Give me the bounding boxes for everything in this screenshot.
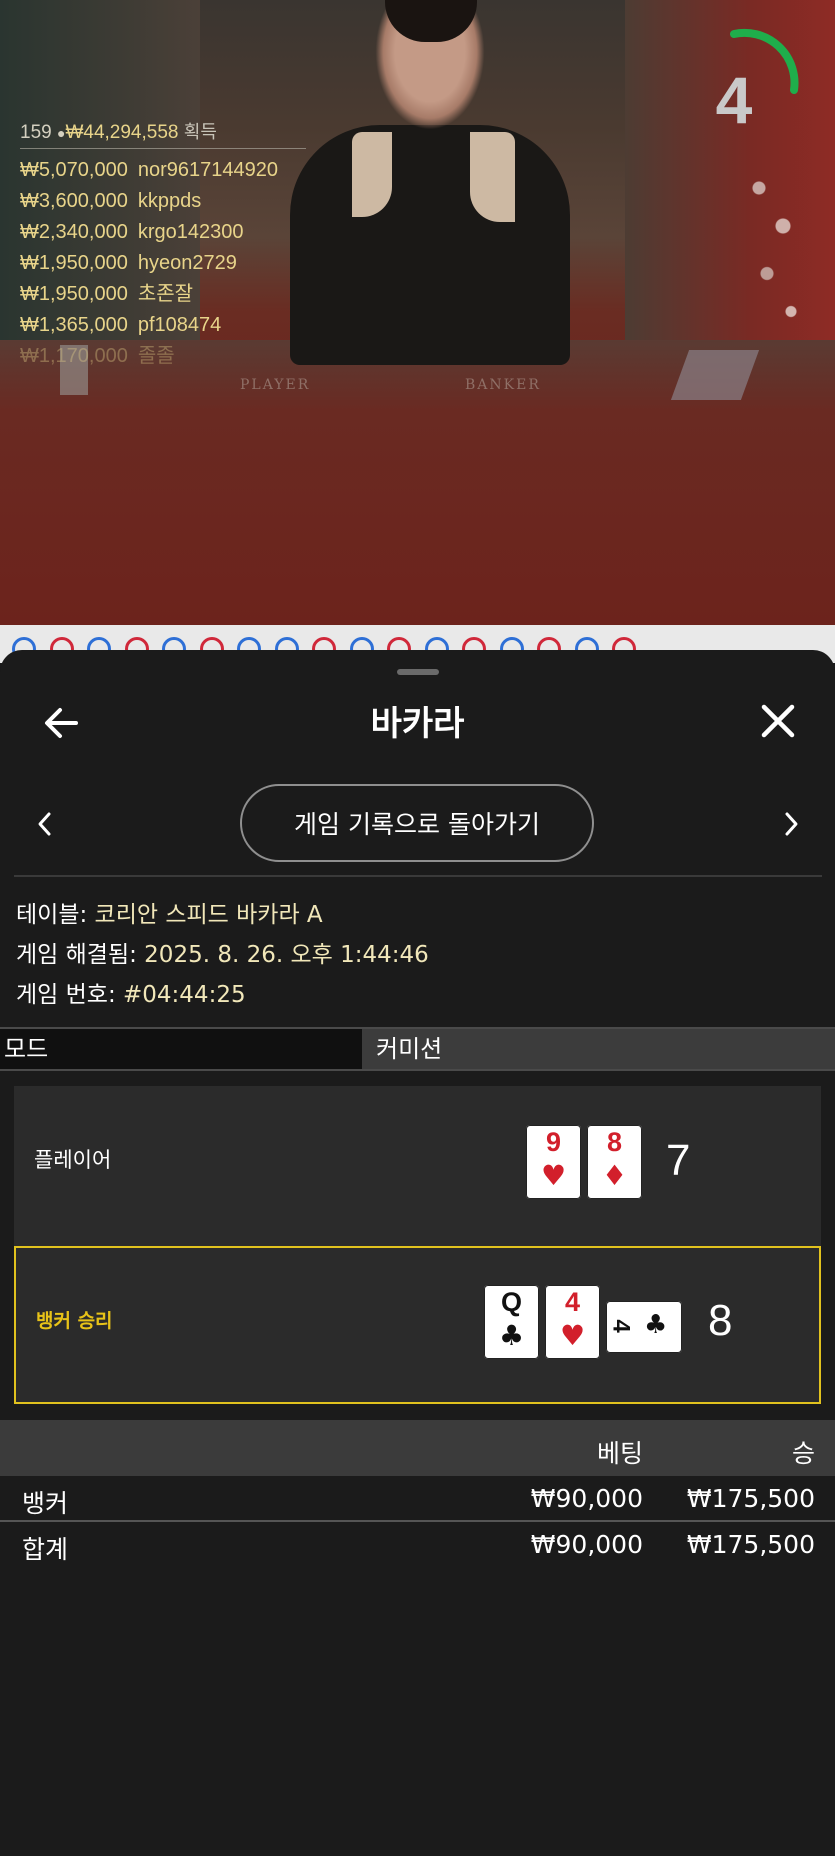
total-bet: ₩90,000 [530, 1530, 643, 1559]
winner-name: kkppds [137, 190, 202, 212]
close-icon[interactable] [755, 698, 801, 744]
banker-card-1: Q ♣ [484, 1285, 539, 1359]
card-rank: 4 [564, 1287, 581, 1317]
table-header: 베팅 승 [0, 1420, 835, 1476]
won-label: 획득 [183, 122, 217, 142]
game-number-info: 게임 번호: #04:44:25 [16, 975, 246, 1009]
player-card-1: 9 ♥ [526, 1125, 581, 1199]
winner-amount: ₩1,950,000 [20, 283, 128, 305]
table-total-row: 합계 ₩90,000 ₩175,500 [0, 1522, 835, 1566]
mode-tabs: 모드 커미션 [0, 1027, 835, 1071]
winner-row: ₩1,365,000 pf108474 [20, 310, 278, 341]
countdown-timer: 4 [715, 63, 753, 137]
winner-name: 초존잘 [137, 283, 194, 305]
chevron-left-icon[interactable] [30, 806, 60, 842]
winner-amount: ₩1,170,000 [20, 345, 128, 367]
total-win: ₩175,500 [686, 1530, 815, 1559]
flower-decoration [735, 150, 815, 340]
player-label: 플레이어 [34, 1148, 112, 1172]
game-detail-sheet: 바카라 게임 기록으로 돌아가기 테이블: 코리안 스피드 바카라 A 게임 해… [0, 650, 835, 1856]
winner-name: nor9617144920 [137, 159, 278, 181]
dealer-body [290, 125, 570, 365]
winner-row: ₩1,170,000 졸졸 [20, 341, 278, 372]
card-rank: Q [500, 1287, 522, 1317]
heart-icon: ♥ [540, 1159, 567, 1192]
sheet-drag-handle[interactable] [397, 669, 439, 675]
sheet-title: 바카라 [370, 704, 465, 744]
diamond-icon: ♦ [601, 1159, 628, 1192]
winner-amount: ₩2,340,000 [20, 221, 128, 243]
bet-column-header: 베팅 [596, 1439, 643, 1468]
winner-name: 졸졸 [137, 345, 175, 367]
table-row: 뱅커 ₩90,000 ₩175,500 [0, 1476, 835, 1522]
resolved-time: 2025. 8. 26. 오후 1:44:46 [144, 942, 429, 968]
header-divider [14, 875, 822, 877]
winner-row: ₩3,600,000 kkppds [20, 186, 278, 217]
chevron-right-icon[interactable] [776, 806, 806, 842]
resolved-label: 게임 해결됨: [16, 942, 145, 968]
win-amount: ₩175,500 [686, 1484, 815, 1513]
winners-list: ₩5,070,000 nor9617144920 ₩3,600,000 kkppds ₩… [20, 155, 278, 372]
card-rank: 9 [545, 1127, 562, 1157]
winners-summary: 159 ●₩44,294,558 획득 [20, 118, 217, 144]
banker-card-3: 4 ♣ [606, 1301, 682, 1353]
banker-win-label: 뱅커 승리 [36, 1310, 113, 1332]
winner-name: krgo142300 [137, 221, 244, 243]
winner-row: ₩1,950,000 hyeon2729 [20, 248, 278, 279]
club-icon: ♣ [498, 1319, 525, 1352]
back-to-history-button[interactable]: 게임 기록으로 돌아가기 [240, 784, 594, 862]
card-rank: 8 [606, 1127, 623, 1157]
card-rank: 4 [607, 1319, 635, 1333]
heart-icon: ♥ [559, 1319, 586, 1352]
live-video-stream: PLAYER BANKER 159 ●₩44,294,558 획득 ₩5,070… [0, 0, 835, 625]
player-hand: 플레이어 9 ♥ 8 ♦ 7 [14, 1086, 821, 1246]
tab-commission[interactable]: 커미션 [362, 1029, 835, 1069]
bet-name: 뱅커 [22, 1489, 69, 1518]
bet-amount: ₩90,000 [530, 1484, 643, 1513]
table-info: 테이블: 코리안 스피드 바카라 A [16, 895, 323, 929]
table-label: 테이블: [16, 902, 95, 928]
player-card-2: 8 ♦ [587, 1125, 642, 1199]
winner-name: pf108474 [137, 314, 222, 336]
winner-amount: ₩1,950,000 [20, 252, 128, 274]
table-name: 코리안 스피드 바카라 A [94, 902, 323, 928]
winner-amount: ₩1,365,000 [20, 314, 128, 336]
winner-amount: ₩3,600,000 [20, 190, 128, 212]
felt-label-banker: BANKER [465, 377, 541, 393]
round-result: 플레이어 9 ♥ 8 ♦ 7 뱅커 승리 Q ♣ 4 ♥ 4 ♣ 8 [14, 1086, 821, 1404]
winner-row: ₩1,950,000 초존잘 [20, 279, 278, 310]
player-total: 7 [666, 1136, 691, 1185]
winner-amount: ₩5,070,000 [20, 159, 128, 181]
winner-name: hyeon2729 [137, 252, 237, 274]
total-label: 합계 [22, 1535, 69, 1564]
winner-row: ₩2,340,000 krgo142300 [20, 217, 278, 248]
resolved-info: 게임 해결됨: 2025. 8. 26. 오후 1:44:46 [16, 935, 429, 969]
winner-row: ₩5,070,000 nor9617144920 [20, 155, 278, 186]
summary-divider [20, 148, 306, 149]
banker-hand: 뱅커 승리 Q ♣ 4 ♥ 4 ♣ 8 [14, 1246, 821, 1404]
tab-mode[interactable]: 모드 [0, 1029, 364, 1069]
game-number: #04:44:25 [123, 982, 246, 1008]
dealer-vest-left [352, 132, 392, 217]
felt-label-player: PLAYER [240, 377, 311, 393]
win-column-header: 승 [791, 1439, 815, 1468]
club-icon: ♣ [644, 1310, 668, 1340]
banker-card-2: 4 ♥ [545, 1285, 600, 1359]
player-count: 159 [20, 122, 52, 143]
dealer-vest-right [470, 132, 515, 222]
game-number-label: 게임 번호: [16, 982, 124, 1008]
banker-total: 8 [708, 1296, 733, 1345]
total-won: ₩44,294,558 [65, 122, 179, 143]
